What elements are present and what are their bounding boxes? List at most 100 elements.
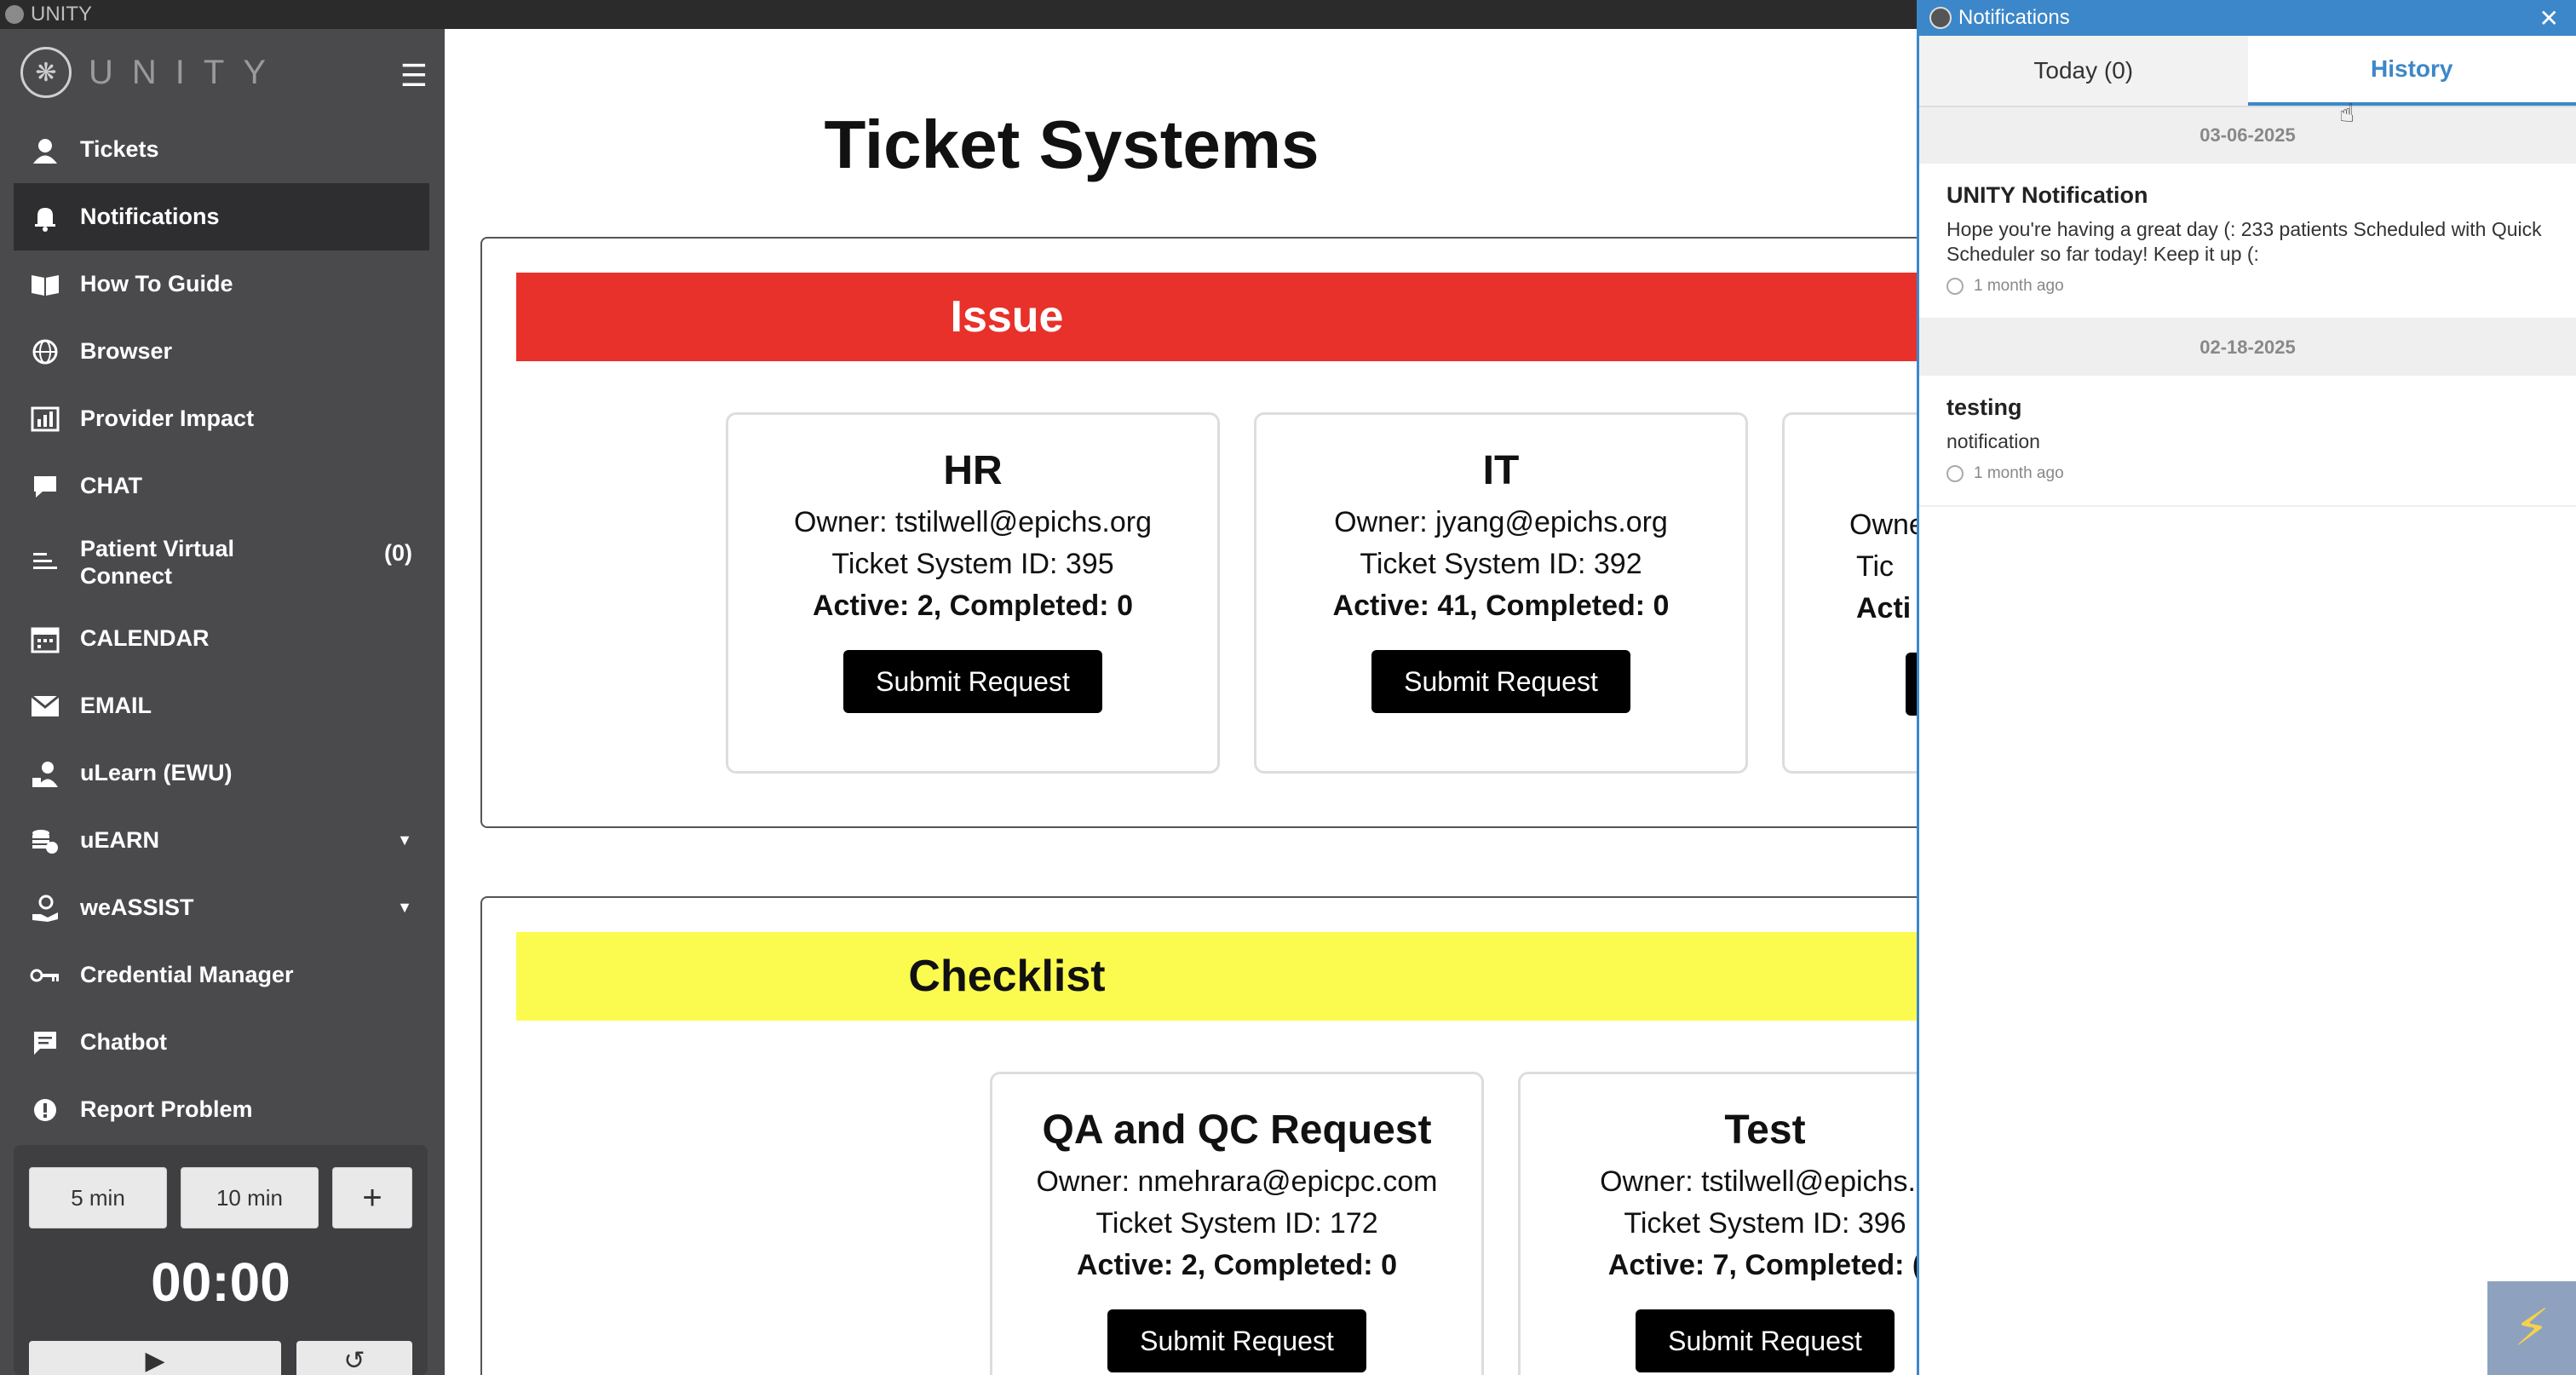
sidebar-item-notifications[interactable]: Notifications — [14, 183, 429, 250]
card-name: HR — [943, 448, 1003, 493]
brand-wordmark: UNITY — [89, 53, 285, 91]
sidebar-item-label: Report Problem — [80, 1096, 253, 1122]
sidebar-item-tickets[interactable]: Tickets — [0, 116, 445, 183]
submit-request-button[interactable]: Submit Request — [843, 650, 1102, 713]
date-separator: 03-06-2025 — [1919, 107, 2576, 164]
timer-play-button[interactable]: ▶ — [29, 1341, 281, 1375]
tab-history[interactable]: History — [2247, 36, 2576, 106]
notification-time-text: 1 month ago — [1974, 464, 2064, 482]
chevron-down-icon: ▼ — [397, 899, 412, 916]
card-stats: Active: 2, Completed: 0 — [1077, 1249, 1397, 1281]
clock-icon — [1946, 465, 1964, 482]
chat-icon — [27, 469, 63, 504]
sidebar-item-label: Tickets — [80, 136, 159, 162]
sidebar-item-calendar[interactable]: CALENDAR — [0, 605, 445, 672]
coins-icon — [27, 823, 63, 859]
submit-request-button[interactable]: Submit Request — [1107, 1309, 1366, 1372]
sidebar-item-patient-virtual-connect[interactable]: Patient Virtual Connect (0) — [0, 520, 445, 605]
timer-history-button[interactable]: ↺ — [296, 1341, 412, 1375]
tab-today[interactable]: Today (0) — [1919, 36, 2248, 106]
mail-icon — [27, 688, 63, 724]
ticket-card-hr: HR Owner: tstilwell@epichs.org Ticket Sy… — [726, 412, 1220, 774]
card-owner: Owner: nmehrara@epicpc.com — [1036, 1165, 1438, 1198]
sidebar-item-label: Patient Virtual Connect — [80, 536, 235, 589]
window-title: UNITY — [31, 3, 92, 26]
book-icon — [27, 267, 63, 302]
alert-icon — [27, 1092, 63, 1128]
lightning-badge-icon[interactable]: ⚡ — [2487, 1281, 2576, 1375]
section-label: Checklist — [908, 952, 1106, 1001]
sidebar-item-email[interactable]: EMAIL — [0, 672, 445, 739]
close-icon[interactable]: ✕ — [2539, 4, 2559, 32]
sidebar-item-chatbot[interactable]: Chatbot — [0, 1009, 445, 1076]
section-banner-checklist: Checklist — [516, 932, 1930, 1021]
sidebar: ❋ UNITY ☰ Tickets Notifications How To G… — [0, 29, 445, 1375]
notification-item[interactable]: testing notification 1 month ago — [1919, 376, 2576, 507]
sidebar-item-credential-manager[interactable]: Credential Manager — [0, 941, 445, 1009]
headset-icon — [27, 132, 63, 168]
sidebar-item-weassist[interactable]: weASSIST ▼ — [0, 874, 445, 941]
card-system-id: Ticket System ID: 395 — [831, 548, 1114, 580]
timer-widget: 5 min 10 min + 00:00 ▶ ↺ — [14, 1145, 428, 1375]
sidebar-item-browser[interactable]: Browser — [0, 318, 445, 385]
notification-title: testing — [1946, 394, 2022, 420]
hamburger-menu-icon[interactable]: ☰ — [400, 58, 428, 94]
main-content: Ticket Systems Issue HR Owner: tstilwell… — [445, 29, 2276, 1375]
app-icon — [5, 5, 24, 24]
ticket-card-qa-qc: QA and QC Request Owner: nmehrara@epicpc… — [990, 1072, 1484, 1375]
sidebar-item-label: How To Guide — [80, 271, 233, 296]
timer-add-button[interactable]: + — [332, 1167, 412, 1228]
card-name: IT — [1482, 448, 1520, 493]
notification-body: Hope you're having a great day (: 233 pa… — [1946, 218, 2542, 265]
play-icon: ▶ — [145, 1347, 165, 1375]
timer-5min-button[interactable]: 5 min — [29, 1167, 167, 1228]
sidebar-item-chat[interactable]: CHAT — [0, 452, 445, 520]
submit-request-button[interactable]: Submit Request — [1371, 650, 1630, 713]
card-owner: Owner: jyang@epichs.org — [1334, 506, 1668, 538]
card-name: QA and QC Request — [1042, 1107, 1432, 1153]
card-stats: Active: 41, Completed: 0 — [1332, 590, 1670, 622]
sidebar-item-ulearn[interactable]: uLearn (EWU) — [0, 739, 445, 807]
history-icon: ↺ — [343, 1347, 365, 1375]
timer-display: 00:00 — [151, 1251, 290, 1313]
sidebar-item-label: weASSIST — [80, 895, 194, 920]
timer-10min-button[interactable]: 10 min — [181, 1167, 319, 1228]
mouse-cursor-icon: ☝ — [2339, 100, 2355, 128]
sidebar-item-label: uLearn (EWU) — [80, 760, 233, 785]
globe-icon — [27, 334, 63, 370]
card-system-id: Ticket System ID: 172 — [1095, 1207, 1378, 1240]
section-issue: Issue HR Owner: tstilwell@epichs.org Tic… — [480, 237, 2276, 828]
tree-logo-icon: ❋ — [20, 47, 72, 98]
sidebar-item-label: Chatbot — [80, 1029, 167, 1055]
notification-item[interactable]: UNITY Notification Hope you're having a … — [1919, 164, 2576, 319]
calendar-icon — [27, 621, 63, 657]
notifications-panel: Notifications ✕ Today (0) History 03-06-… — [1917, 0, 2576, 1375]
sidebar-nav: Tickets Notifications How To Guide Brows… — [0, 116, 445, 1143]
app-icon — [1929, 7, 1952, 29]
bell-icon — [27, 199, 63, 235]
sidebar-item-label: uEARN — [80, 827, 159, 853]
notification-time-text: 1 month ago — [1974, 277, 2064, 295]
sidebar-item-how-to-guide[interactable]: How To Guide — [0, 250, 445, 318]
card-owner: Owner: tstilwell@epichs.org — [794, 506, 1152, 538]
date-separator: 02-18-2025 — [1919, 319, 2576, 376]
sidebar-item-label: EMAIL — [80, 693, 152, 718]
submit-request-button[interactable]: Submit Request — [1636, 1309, 1895, 1372]
ticket-card-it: IT Owner: jyang@epichs.org Ticket System… — [1254, 412, 1748, 774]
sidebar-item-label: Provider Impact — [80, 406, 255, 431]
learn-icon — [27, 756, 63, 791]
key-icon — [27, 958, 63, 993]
virtual-connect-icon — [27, 544, 63, 580]
card-stats: Active: 2, Completed: 0 — [813, 590, 1133, 622]
sidebar-item-provider-impact[interactable]: Provider Impact — [0, 385, 445, 452]
page-title: Ticket Systems — [824, 106, 1320, 182]
sidebar-item-label: Credential Manager — [80, 962, 294, 987]
sidebar-item-report-problem[interactable]: Report Problem — [0, 1076, 445, 1143]
sidebar-item-uearn[interactable]: uEARN ▼ — [0, 807, 445, 874]
notifications-header: Notifications ✕ — [1919, 0, 2576, 36]
brand: ❋ UNITY ☰ — [0, 29, 445, 116]
section-label: Issue — [950, 292, 1064, 342]
notification-time: 1 month ago — [1946, 277, 2562, 296]
chart-icon — [27, 401, 63, 437]
chatbot-icon — [27, 1025, 63, 1061]
